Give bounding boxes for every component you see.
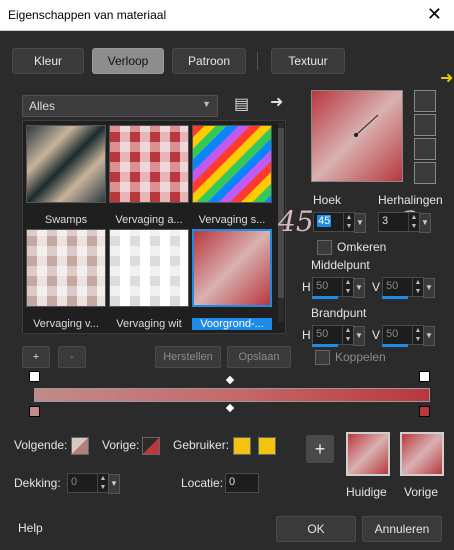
radial-mode-button[interactable] <box>414 138 436 160</box>
focal-label: Brandpunt <box>311 306 367 320</box>
vervaging-v-thumbnail <box>26 229 106 307</box>
category-value: Alles <box>29 99 56 113</box>
gradient-gallery: Swamps Vervaging a... Vervaging s... Ver… <box>22 120 286 334</box>
tab-patroon[interactable]: Patroon <box>172 48 246 74</box>
current-swatch[interactable] <box>346 432 390 476</box>
window-title: Eigenschappen van materiaal <box>8 8 167 22</box>
focal-h-spinner[interactable]: 50 ▲ ▼ ▼ <box>312 325 365 346</box>
angle-value: 45 <box>317 215 332 227</box>
vervaging-a-thumbnail <box>109 125 189 203</box>
invert-checkbox[interactable] <box>317 240 332 255</box>
document-icon[interactable]: ▤ <box>234 94 249 114</box>
gallery-item-voorgrond[interactable]: Voorgrond-... <box>192 229 272 330</box>
gradient-bar[interactable] <box>34 388 430 402</box>
repeats-value: 3 <box>382 215 389 227</box>
center-h-value: 50 <box>316 280 329 292</box>
location-label: Locatie: <box>181 476 224 490</box>
gallery-label: Swamps <box>44 214 88 226</box>
gallery-label: Voorgrond-... <box>192 318 272 330</box>
focal-v-value: 50 <box>386 328 399 340</box>
center-h-slider[interactable] <box>312 296 338 299</box>
center-v-slider[interactable] <box>382 296 408 299</box>
sunburst-mode-button[interactable] <box>414 162 436 184</box>
center-label: Middelpunt <box>311 258 370 272</box>
save-button[interactable]: Opslaan <box>227 346 291 368</box>
tab-verloop[interactable]: Verloop <box>92 48 164 74</box>
tab-textuur[interactable]: Textuur <box>271 48 345 74</box>
user-swatch-1[interactable] <box>233 437 251 455</box>
opacity-midpoint[interactable] <box>225 375 235 385</box>
gallery-item-vervaging-wit[interactable]: Vervaging wit <box>109 229 189 330</box>
voorgrond-thumbnail <box>192 229 272 307</box>
gallery-item-vervaging-a[interactable]: Vervaging a... <box>109 125 189 226</box>
color-stop-end[interactable] <box>419 406 430 417</box>
user-label: Gebruiker: <box>173 438 230 452</box>
title-bar: Eigenschappen van materiaal ✕ <box>0 0 454 31</box>
gradient-preview[interactable] <box>311 90 403 182</box>
current-label: Huidige <box>346 485 387 499</box>
focal-h-value: 50 <box>316 328 329 340</box>
next-swatch[interactable] <box>71 437 89 455</box>
center-v-label: V <box>372 280 381 294</box>
vervaging-wit-thumbnail <box>109 229 189 307</box>
vervaging-s-thumbnail <box>192 125 272 203</box>
pointer-icon: ➜ <box>440 70 454 87</box>
angle-label: Hoek <box>313 193 342 207</box>
opacity-value: 0 <box>71 476 78 488</box>
reset-button[interactable]: Herstellen <box>155 346 221 368</box>
repeats-spinner[interactable]: 3 ▲ ▼ ▼ <box>378 212 431 233</box>
remove-button[interactable]: - <box>58 346 86 368</box>
opacity-label: Dekking: <box>14 476 61 490</box>
user-swatch-2[interactable] <box>258 437 276 455</box>
gallery-label: Vervaging a... <box>115 214 183 226</box>
gallery-label: Vervaging v... <box>33 318 99 330</box>
annotation-angle: 45 <box>278 205 314 238</box>
add-color-button[interactable]: + <box>306 435 334 463</box>
focal-v-spinner[interactable]: 50 ▲ ▼ ▼ <box>382 325 435 346</box>
focal-v-label: V <box>372 328 381 342</box>
previous-material-label: Vorige <box>404 485 439 499</box>
invert-label: Omkeren <box>337 240 387 254</box>
previous-swatch[interactable] <box>142 437 160 455</box>
angle-handle-icon <box>354 114 379 137</box>
rectangular-mode-button[interactable] <box>414 114 436 136</box>
opacity-stop-start[interactable] <box>29 371 40 382</box>
add-button[interactable]: + <box>22 346 50 368</box>
help-link[interactable]: Help <box>18 521 43 535</box>
location-value: 0 <box>229 476 236 488</box>
link-checkbox[interactable] <box>315 350 330 365</box>
focal-h-label: H <box>302 328 311 342</box>
center-h-label: H <box>302 280 311 294</box>
cancel-button[interactable]: Annuleren <box>362 516 442 542</box>
arrow-right-icon[interactable]: ➜ <box>270 92 283 112</box>
center-v-value: 50 <box>386 280 399 292</box>
gallery-label: Vervaging s... <box>198 214 266 226</box>
category-select[interactable]: Alles ▼ <box>22 95 218 117</box>
gallery-item-swamps[interactable]: Swamps <box>26 125 106 226</box>
center-v-spinner[interactable]: 50 ▲ ▼ ▼ <box>382 277 435 298</box>
previous-label: Vorige: <box>102 438 140 452</box>
color-stop-start[interactable] <box>29 406 40 417</box>
color-midpoint[interactable] <box>225 403 235 413</box>
previous-material-swatch[interactable] <box>400 432 444 476</box>
location-field[interactable]: 0 <box>225 473 259 493</box>
focal-v-slider[interactable] <box>382 344 408 347</box>
link-label: Koppelen <box>335 350 386 364</box>
ok-button[interactable]: OK <box>276 516 356 542</box>
gallery-item-vervaging-v[interactable]: Vervaging v... <box>26 229 106 330</box>
opacity-stop-end[interactable] <box>419 371 430 382</box>
gallery-item-vervaging-s[interactable]: Vervaging s... <box>192 125 272 226</box>
gallery-label: Vervaging wit <box>116 318 182 330</box>
swamps-thumbnail <box>26 125 106 203</box>
focal-h-slider[interactable] <box>312 344 338 347</box>
angle-spinner[interactable]: 45 ▲ ▼ ▼ <box>313 212 366 233</box>
close-icon[interactable]: ✕ <box>427 4 442 25</box>
tab-separator <box>257 52 258 70</box>
linear-mode-button[interactable] <box>414 90 436 112</box>
next-label: Volgende: <box>14 438 68 452</box>
tab-kleur[interactable]: Kleur <box>12 48 84 74</box>
opacity-spinner[interactable]: 0 ▲ ▼ ▼ <box>67 473 120 494</box>
chevron-down-icon: ▼ <box>202 99 211 109</box>
center-h-spinner[interactable]: 50 ▲ ▼ ▼ <box>312 277 365 298</box>
